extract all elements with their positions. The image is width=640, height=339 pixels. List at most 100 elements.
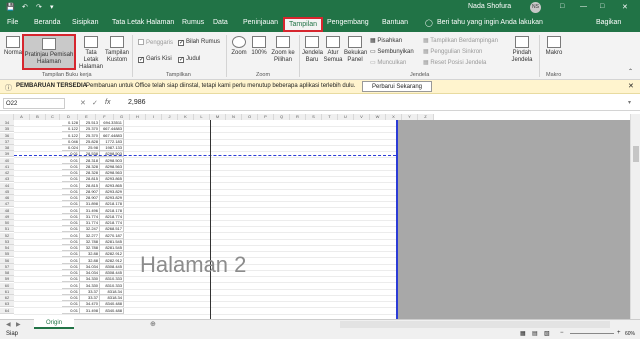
expand-formula-icon[interactable]: ▾ — [628, 99, 631, 106]
column-header[interactable]: L — [194, 114, 210, 120]
row-header[interactable]: 54 — [0, 245, 14, 251]
tab-rumus[interactable]: Rumus — [182, 19, 204, 26]
column-header[interactable]: P — [258, 114, 274, 120]
row-header[interactable]: 58 — [0, 270, 14, 276]
scrollbar-thumb[interactable] — [633, 146, 639, 162]
reset-window-position-button[interactable]: ▦ Reset Posisi Jendela — [423, 59, 486, 66]
zoom-out-icon[interactable]: − — [560, 330, 564, 336]
row-header[interactable]: 48 — [0, 207, 14, 214]
row-header[interactable]: 43 — [0, 176, 14, 183]
ribbon-display-icon[interactable]: □ — [560, 3, 564, 10]
column-header[interactable]: S — [306, 114, 322, 120]
normal-view-button[interactable]: Normal — [4, 36, 23, 57]
row-header[interactable]: 41 — [0, 163, 14, 170]
avatar[interactable]: NS — [530, 2, 541, 13]
page-break-status-icon[interactable]: ▧ — [544, 330, 550, 337]
ruler-checkbox[interactable]: Penggaris — [138, 39, 173, 46]
view-side-by-side-button[interactable]: ▦ Tampilkan Berdampingan — [423, 37, 498, 44]
zoom-button[interactable]: Zoom — [230, 36, 248, 57]
maximize-icon[interactable]: □ — [600, 3, 604, 10]
share-button[interactable]: Bagikan — [596, 19, 621, 26]
enter-icon[interactable]: ✓ — [92, 99, 98, 107]
row-header[interactable]: 46 — [0, 195, 14, 201]
switch-windows-button[interactable]: Pindah Jendela — [508, 36, 536, 64]
close-message-icon[interactable]: ✕ — [628, 82, 634, 90]
row-header[interactable]: 37 — [0, 138, 14, 145]
row-header[interactable]: 40 — [0, 157, 14, 164]
custom-views-button[interactable]: Tampilan Kustom — [104, 36, 130, 64]
add-sheet-icon[interactable]: ⊕ — [150, 320, 156, 328]
column-header[interactable]: B — [30, 114, 46, 120]
function-icon[interactable]: fx — [105, 99, 110, 106]
row-header[interactable]: 36 — [0, 132, 14, 139]
row-header[interactable]: 38 — [0, 145, 14, 151]
row-header[interactable]: 52 — [0, 232, 14, 239]
tab-beranda[interactable]: Beranda — [34, 19, 60, 26]
column-header[interactable]: T — [322, 114, 338, 120]
tab-sisipkan[interactable]: Sisipkan — [72, 19, 98, 26]
column-header[interactable]: H — [130, 114, 146, 120]
customize-qat-icon[interactable]: ▾ — [50, 3, 54, 11]
column-header[interactable]: A — [14, 114, 30, 120]
row-header[interactable]: 56 — [0, 257, 14, 264]
macros-button[interactable]: Makro — [542, 36, 566, 57]
row-header[interactable]: 51 — [0, 226, 14, 233]
unhide-button[interactable]: ▭ Munculkan — [370, 59, 406, 66]
tab-file[interactable]: File — [7, 19, 18, 26]
prev-sheet-icon[interactable]: ◀ — [6, 321, 11, 328]
row-header[interactable]: 59 — [0, 276, 14, 283]
column-header[interactable]: R — [290, 114, 306, 120]
horizontal-scrollbar[interactable] — [340, 321, 610, 328]
formula-bar-checkbox[interactable]: ✓ Bilah Rumus — [178, 39, 220, 46]
column-header[interactable]: J — [162, 114, 178, 120]
cancel-icon[interactable]: ✕ — [80, 99, 86, 107]
column-header[interactable]: Q — [274, 114, 290, 120]
column-header[interactable]: M — [210, 114, 226, 120]
row-header[interactable]: 64 — [0, 307, 14, 314]
freeze-panes-button[interactable]: Bekukan Panel — [344, 36, 367, 64]
zoom-slider[interactable] — [570, 333, 614, 334]
hide-button[interactable]: ▭ Sembunyikan — [370, 48, 414, 55]
column-header[interactable]: V — [354, 114, 370, 120]
column-header[interactable]: N — [226, 114, 242, 120]
row-header[interactable]: 34 — [0, 120, 14, 126]
tab-tampilan[interactable]: Tampilan — [283, 17, 324, 32]
column-header[interactable]: K — [178, 114, 194, 120]
row-header[interactable]: 35 — [0, 126, 14, 133]
page-break-preview-button[interactable]: Pratinjau Pemisah Halaman — [22, 34, 76, 70]
headings-checkbox[interactable]: ✓ Judul — [178, 56, 200, 63]
split-button[interactable]: ▦ Pisahkan — [370, 37, 402, 44]
column-header[interactable]: O — [242, 114, 258, 120]
row-header[interactable]: 62 — [0, 295, 14, 301]
row-header[interactable]: 45 — [0, 188, 14, 195]
row-header[interactable]: 53 — [0, 238, 14, 245]
minimize-icon[interactable]: — — [580, 3, 587, 10]
update-now-button[interactable]: Perbarui Sekarang — [362, 81, 432, 92]
row-header[interactable]: 42 — [0, 170, 14, 176]
close-icon[interactable]: ✕ — [622, 3, 628, 11]
page-layout-button[interactable]: Tata Letak Halaman — [79, 36, 103, 71]
row-header[interactable]: 47 — [0, 201, 14, 208]
tab-peninjauan[interactable]: Peninjauan — [243, 19, 278, 26]
tell-me-input[interactable]: Beri tahu yang ingin Anda lakukan — [437, 19, 543, 26]
row-header[interactable]: 61 — [0, 288, 14, 295]
zoom-level[interactable]: 60% — [625, 331, 635, 337]
redo-icon[interactable]: ↷ — [36, 3, 42, 11]
arrange-all-button[interactable]: Atur Semua — [323, 36, 343, 64]
formula-input[interactable]: 2,986 — [128, 99, 146, 106]
page-break-line[interactable] — [14, 155, 396, 156]
worksheet-grid[interactable]: ABCDEFGHIJKLMNOPQRSTUVWXYZ 34 0.128 25.513… — [0, 114, 640, 319]
column-header[interactable]: C — [46, 114, 60, 120]
zoom-selection-button[interactable]: Zoom ke Pilihan — [270, 36, 296, 64]
column-header[interactable]: U — [338, 114, 354, 120]
gridlines-checkbox[interactable]: ✓ Garis Kisi — [138, 56, 172, 63]
row-header[interactable]: 44 — [0, 182, 14, 189]
page-boundary-line[interactable] — [396, 120, 398, 319]
row-header[interactable]: 60 — [0, 282, 14, 289]
page-layout-status-icon[interactable]: ▤ — [532, 330, 538, 337]
undo-icon[interactable]: ↶ — [22, 3, 28, 11]
vertical-scrollbar[interactable] — [630, 114, 640, 319]
next-sheet-icon[interactable]: ▶ — [16, 321, 21, 328]
normal-view-status-icon[interactable]: ▦ — [520, 330, 526, 337]
tab-pengembang[interactable]: Pengembang — [327, 19, 369, 26]
